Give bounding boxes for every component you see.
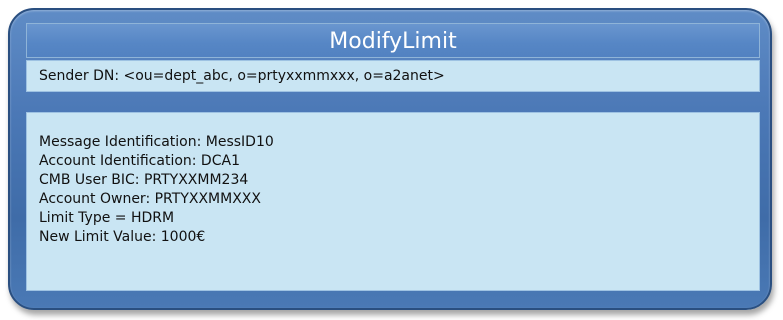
limit-type: Limit Type = HDRM xyxy=(39,210,175,226)
cmb-user-bic: CMB User BIC: PRTYXXMM234 xyxy=(39,172,249,188)
sender-dn: Sender DN: <ou=dept_abc, o=prtyxxmmxxx, … xyxy=(26,60,760,92)
account-owner: Account Owner: PRTYXXMMXXX xyxy=(39,191,261,207)
message-details-panel: Message Identification: MessID10 Account… xyxy=(26,112,760,291)
account-identification: Account Identification: DCA1 xyxy=(39,153,240,169)
new-limit-value: New Limit Value: 1000€ xyxy=(39,229,206,245)
message-identification: Message Identification: MessID10 xyxy=(39,134,274,150)
message-title: ModifyLimit xyxy=(26,23,760,58)
